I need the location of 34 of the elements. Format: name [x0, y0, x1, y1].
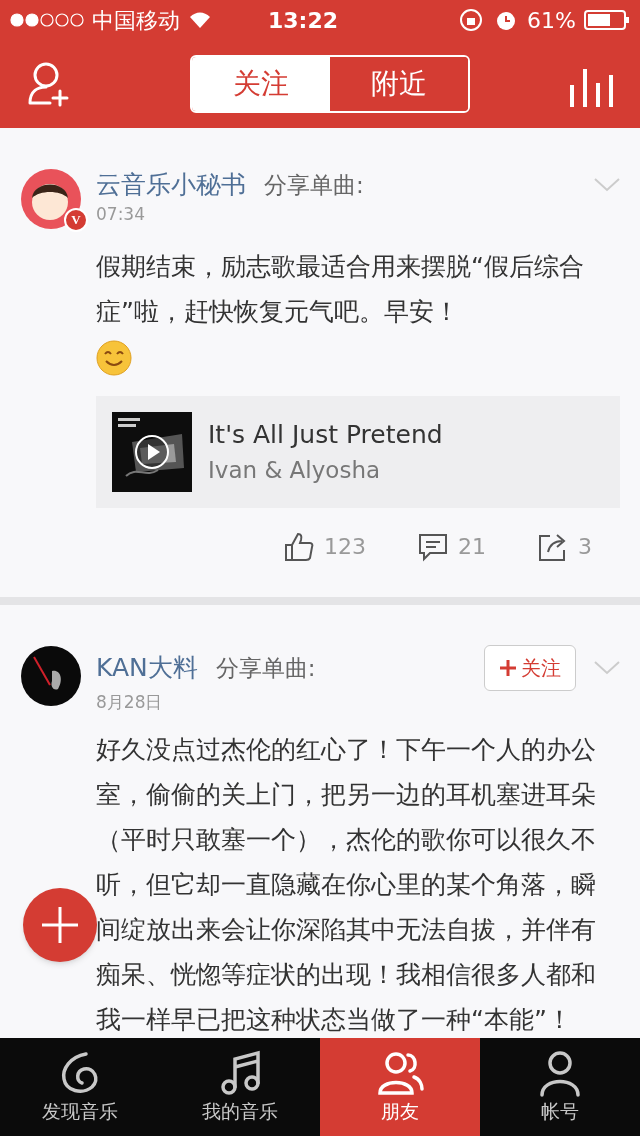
- clock-time: 13:22: [268, 6, 339, 35]
- follow-button[interactable]: 关注: [484, 645, 576, 691]
- post-action: 分享单曲:: [264, 171, 364, 200]
- battery-icon: [584, 10, 630, 30]
- segment-tab[interactable]: 关注: [192, 57, 330, 111]
- avatar[interactable]: [20, 168, 82, 230]
- song-card[interactable]: It's All Just Pretend Ivan & Alyosha: [96, 396, 620, 508]
- share-icon: [538, 531, 568, 562]
- wifi-icon: [188, 11, 212, 29]
- author-name[interactable]: KAN大料: [96, 653, 198, 683]
- tab-bar-item[interactable]: 朋友: [320, 1038, 480, 1136]
- alarm-icon: [495, 9, 518, 31]
- avatar[interactable]: [20, 645, 82, 707]
- share-button[interactable]: 3: [538, 530, 592, 563]
- song-title: It's All Just Pretend: [208, 419, 443, 451]
- play-icon[interactable]: [134, 434, 170, 470]
- plus-icon: [499, 659, 517, 677]
- signal-icon: [10, 13, 84, 27]
- plus-icon: [40, 905, 80, 945]
- rotation-lock-icon: [459, 8, 484, 32]
- song-artist: Ivan & Alyosha: [208, 456, 382, 485]
- battery-percent: 61%: [527, 6, 576, 35]
- comment-icon: [418, 531, 448, 562]
- post-action: 分享单曲:: [215, 653, 316, 683]
- post-time: 8月28日: [96, 691, 164, 713]
- like-button[interactable]: 123: [284, 530, 366, 563]
- author-name[interactable]: 云音乐小秘书: [96, 170, 246, 201]
- verified-badge: V: [64, 208, 88, 232]
- post-text: 假期结束，励志歌最适合用来摆脱“假后综合症”啦，赶快恢复元气吧。早安！: [96, 251, 585, 328]
- post-text: 好久没点过杰伦的红心了！下午一个人的办公室，偷偷的关上门，把另一边的耳机塞进耳朵（平时只敢塞一个），杰伦的歌你可以很久不听，但它却一直隐藏在你心里的某个角落，瞬间绽放出来会让你深陷其中无法自拔，并伴有痴呆、恍惚等症状的出现！我相信很多人都和我一样早已把这种状态当做了一种“本能”！: [96, 734, 597, 1036]
- comment-button[interactable]: 21: [418, 530, 486, 563]
- thumbs-up-icon: [284, 531, 314, 562]
- carrier-name: 中国移动: [92, 6, 180, 35]
- post-time: 07:34: [96, 202, 146, 225]
